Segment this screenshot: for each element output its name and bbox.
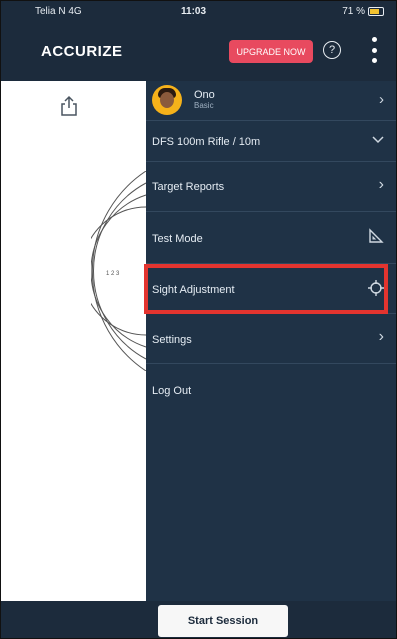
user-name: Ono (194, 89, 215, 101)
app-header: ACCURIZE UPGRADE NOW ? (1, 23, 396, 81)
menu-item-label: Target Reports (152, 181, 225, 193)
battery-percent: 71 % (342, 6, 365, 17)
user-profile-row[interactable]: Ono Basic › (146, 81, 396, 121)
menu-item-label: Log Out (152, 385, 192, 397)
chevron-right-icon: › (378, 176, 384, 193)
avatar (152, 85, 182, 115)
test-mode-icon (369, 228, 384, 243)
menu-item-label: Settings (152, 334, 192, 346)
menu-item-label: Test Mode (152, 233, 203, 245)
user-plan: Basic (194, 101, 214, 110)
discipline-selector[interactable]: DFS 100m Rifle / 10m (146, 121, 396, 162)
chevron-right-icon: › (378, 328, 384, 345)
chevron-right-icon: › (379, 91, 384, 108)
target-ring-labels: 1 2 3 (106, 271, 120, 277)
session-view-background: 1 2 3 (1, 81, 147, 601)
upgrade-button[interactable]: UPGRADE NOW (229, 40, 313, 63)
app-screen: Telia N 4G 11:03 71 % ACCURIZE UPGRADE N… (0, 0, 397, 639)
side-drawer: Ono Basic › DFS 100m Rifle / 10m Target … (146, 81, 396, 601)
more-options-icon[interactable] (369, 37, 379, 63)
menu-item-settings[interactable]: Settings › (146, 314, 396, 364)
status-time: 11:03 (181, 6, 207, 17)
battery-status: 71 % (342, 6, 384, 17)
discipline-label: DFS 100m Rifle / 10m (152, 136, 261, 148)
status-bar: Telia N 4G 11:03 71 % (1, 1, 396, 23)
battery-icon (368, 7, 384, 16)
start-session-button[interactable]: Start Session (158, 605, 288, 637)
target-rings: 1 2 3 (91, 171, 147, 371)
menu-item-log-out[interactable]: Log Out (146, 364, 396, 414)
menu-item-target-reports[interactable]: Target Reports › (146, 162, 396, 212)
app-logo: ACCURIZE (41, 43, 123, 60)
help-icon[interactable]: ? (323, 41, 341, 59)
menu-item-test-mode[interactable]: Test Mode (146, 212, 396, 264)
share-icon[interactable] (59, 95, 79, 117)
sight-adjustment-highlight (144, 264, 388, 314)
carrier-label: Telia N 4G (35, 6, 82, 17)
chevron-down-icon (372, 136, 384, 144)
